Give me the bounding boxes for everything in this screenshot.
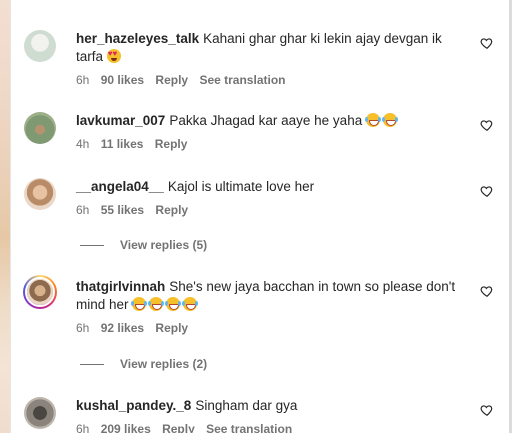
replies-divider: [80, 244, 104, 246]
comment-likes[interactable]: 90 likes: [101, 73, 144, 87]
reply-button[interactable]: Reply: [155, 321, 188, 335]
like-heart-icon[interactable]: [480, 403, 494, 417]
comment-meta: 6h 92 likes Reply: [76, 320, 456, 336]
avatar[interactable]: [24, 30, 56, 62]
laughing-emoji-icon: [182, 297, 198, 311]
laughing-emoji-icon: [165, 297, 181, 311]
reply-button[interactable]: Reply: [155, 73, 188, 87]
laughing-emoji-icon: [364, 113, 380, 127]
like-heart-icon[interactable]: [480, 36, 494, 50]
comment-time: 4h: [76, 137, 90, 151]
see-translation-button[interactable]: See translation: [206, 422, 292, 433]
comment-time: 6h: [76, 203, 90, 217]
avatar[interactable]: [24, 112, 56, 144]
comment-likes[interactable]: 55 likes: [101, 203, 144, 217]
comment-text: __angela04__ Kajol is ultimate love her: [76, 178, 456, 196]
comment-text: thatgirlvinnah She's new jaya bacchan in …: [76, 278, 456, 314]
comment-meta: 4h 11 likes Reply: [76, 136, 456, 152]
comment-time: 6h: [76, 73, 90, 87]
view-replies-label: View replies (2): [120, 357, 208, 371]
see-translation-button[interactable]: See translation: [199, 73, 285, 87]
replies-divider: [80, 363, 104, 365]
like-heart-icon[interactable]: [480, 184, 494, 198]
reply-button[interactable]: Reply: [162, 422, 195, 433]
comment-meta: 6h 90 likes Reply See translation: [76, 72, 456, 88]
comment-username[interactable]: lavkumar_007: [76, 113, 165, 128]
comment-meta: 6h 209 likes Reply See translation: [76, 421, 456, 433]
comment-text: lavkumar_007 Pakka Jhagad kar aaye he yah…: [76, 112, 456, 130]
avatar-story-ring[interactable]: [23, 275, 57, 309]
comment-meta: 6h 55 likes Reply: [76, 202, 456, 218]
reply-button[interactable]: Reply: [155, 203, 188, 217]
comment-body: Kajol is ultimate love her: [167, 179, 315, 194]
comment-username[interactable]: kushal_pandey._8: [76, 398, 191, 413]
avatar[interactable]: [24, 178, 56, 210]
comment-text: her_hazeleyes_talk Kahani ghar ghar ki le…: [76, 30, 456, 66]
comment-time: 6h: [76, 422, 90, 433]
comment-username[interactable]: thatgirlvinnah: [76, 279, 165, 294]
comment-username[interactable]: her_hazeleyes_talk: [76, 31, 199, 46]
comment-likes[interactable]: 92 likes: [101, 321, 144, 335]
comment-time: 6h: [76, 321, 90, 335]
background-video-strip: [0, 0, 11, 433]
comment-username[interactable]: __angela04__: [76, 179, 164, 194]
avatar[interactable]: [24, 397, 56, 429]
comment-likes[interactable]: 209 likes: [101, 422, 151, 433]
comment-likes[interactable]: 11 likes: [101, 137, 144, 151]
laughing-emoji-icon: [148, 297, 164, 311]
comment-body: Pakka Jhagad kar aaye he yaha: [169, 113, 363, 128]
view-replies-label: View replies (5): [120, 238, 208, 252]
like-heart-icon[interactable]: [480, 284, 494, 298]
comment-text: kushal_pandey._8 Singham dar gya: [76, 397, 456, 415]
like-heart-icon[interactable]: [480, 118, 494, 132]
laughing-emoji-icon: [131, 297, 147, 311]
view-replies-button[interactable]: View replies (2): [80, 357, 207, 371]
reply-button[interactable]: Reply: [155, 137, 188, 151]
view-replies-button[interactable]: View replies (5): [80, 238, 207, 252]
heart-eyes-emoji-icon: [106, 49, 121, 63]
comment-body: Singham dar gya: [195, 398, 298, 413]
laughing-emoji-icon: [381, 113, 397, 127]
